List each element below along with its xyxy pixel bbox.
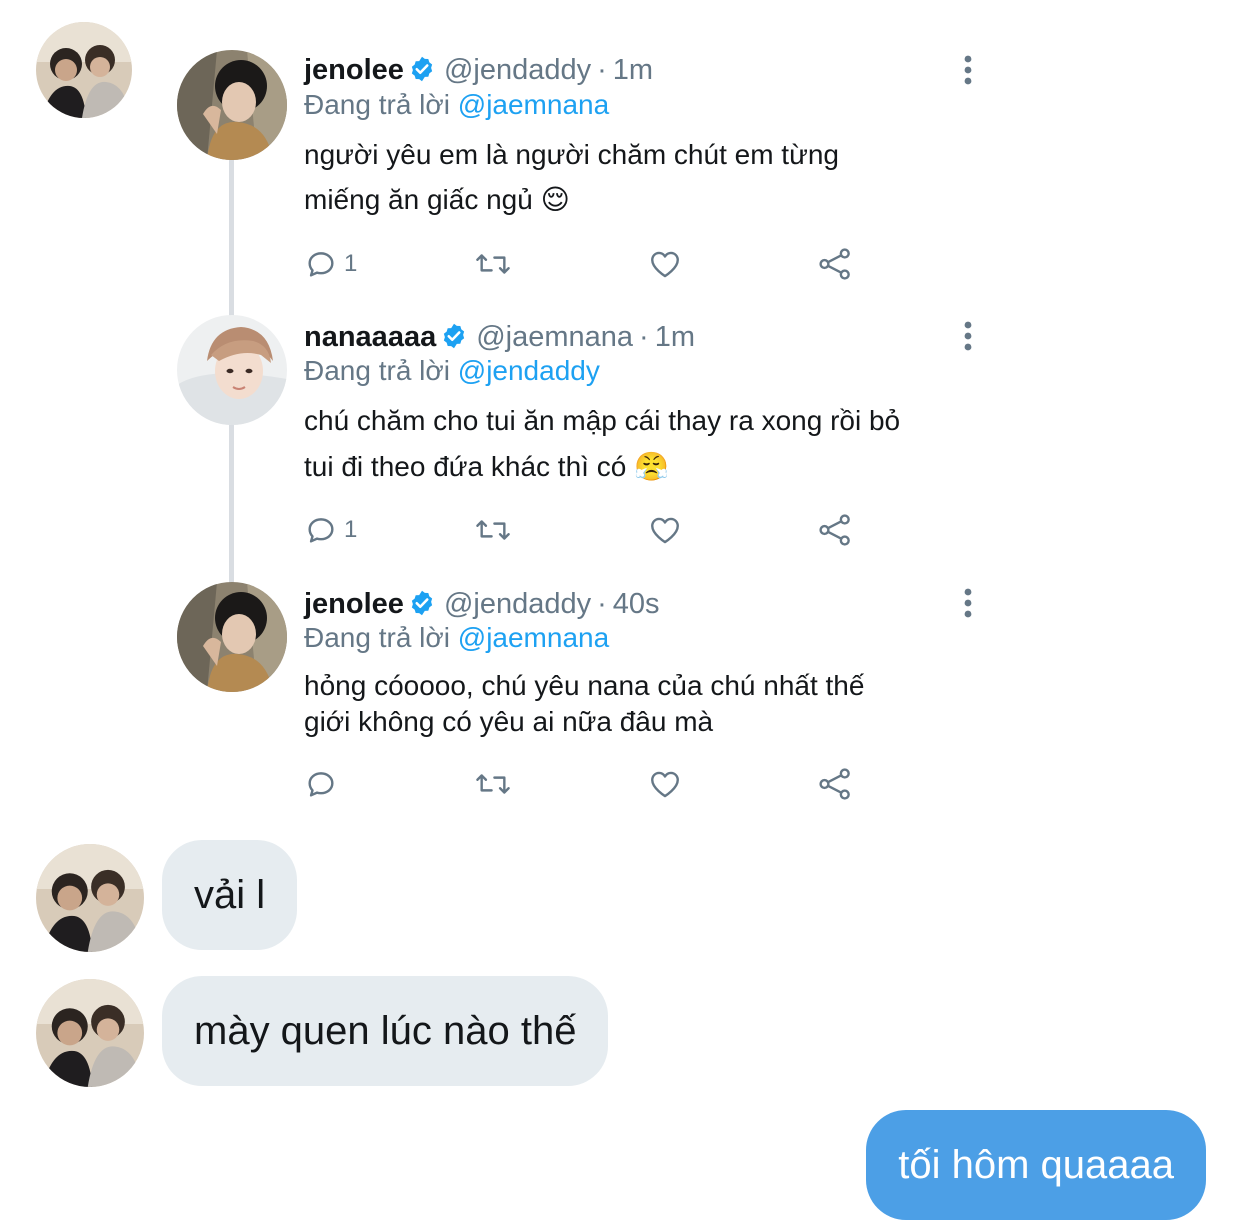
reply-button[interactable] — [304, 764, 344, 804]
more-options-icon[interactable] — [958, 587, 978, 619]
partner-avatar[interactable] — [36, 844, 144, 952]
tweet-text-line: giới không có yêu ai nữa đâu mà — [304, 706, 714, 737]
tweet-author-avatar[interactable] — [177, 50, 287, 160]
more-options-icon[interactable] — [958, 54, 978, 86]
replying-to-label: Đang trả lời — [304, 89, 450, 120]
separator-dot: · — [639, 321, 649, 353]
reply-icon — [308, 772, 334, 797]
retweet-button[interactable] — [474, 510, 512, 550]
heart-icon — [651, 251, 679, 278]
reply-count: 1 — [344, 516, 358, 543]
more-options-icon[interactable] — [958, 320, 978, 352]
partner-avatar[interactable] — [36, 979, 144, 1087]
user-handle: @jaemnana — [476, 321, 634, 353]
tweet-actions — [304, 764, 904, 804]
reply-mention-link[interactable]: @jaemnana — [458, 622, 609, 653]
partner-avatar[interactable] — [36, 22, 132, 118]
verified-badge-icon — [408, 55, 436, 92]
replying-to-label: Đang trả lời — [304, 622, 450, 653]
tweet-text: chú chăm cho tui ăn mập cái thay ra xong… — [304, 398, 984, 490]
timestamp: 1m — [612, 54, 654, 86]
tweet-text-line: miếng ăn giấc ngủ 😌 — [304, 184, 570, 215]
tweet-header: nanaaaaa @jaemnana · 1m — [304, 319, 695, 359]
retweet-button[interactable] — [474, 244, 512, 284]
separator-dot: · — [597, 588, 607, 620]
retweet-icon — [476, 254, 510, 274]
tweet-text: hỏng cóoooo, chú yêu nana của chú nhất t… — [304, 668, 984, 740]
retweet-button[interactable] — [474, 764, 512, 804]
like-button[interactable] — [647, 244, 683, 284]
share-button[interactable] — [817, 764, 853, 804]
outgoing-message-bubble[interactable]: tối hôm quaaaa — [866, 1110, 1206, 1220]
reply-icon — [308, 252, 334, 277]
replying-to: Đang trả lời @jaemnana — [304, 88, 609, 122]
tweet-text-line: hỏng cóoooo, chú yêu nana của chú nhất t… — [304, 670, 865, 701]
share-button[interactable] — [817, 244, 853, 284]
tweet-actions: 1 — [304, 244, 904, 284]
share-icon — [819, 248, 850, 280]
heart-icon — [651, 771, 679, 798]
tweet-text-line: chú chăm cho tui ăn mập cái thay ra xong… — [304, 405, 901, 436]
display-name[interactable]: jenolee — [304, 54, 404, 86]
replying-to: Đang trả lời @jaemnana — [304, 621, 609, 655]
tweet-header: jenolee @jendaddy · 40s — [304, 586, 660, 626]
incoming-message-bubble[interactable]: vải l — [162, 840, 298, 950]
separator-dot: · — [597, 54, 607, 86]
tweet-header: jenolee @jendaddy · 1m — [304, 52, 653, 92]
reply-mention-link[interactable]: @jaemnana — [458, 89, 609, 120]
tweet-text: người yêu em là người chăm chút em từng … — [304, 132, 984, 222]
replying-to-label: Đang trả lời — [304, 355, 450, 386]
display-name[interactable]: nanaaaaa — [304, 321, 436, 353]
tweet-text-line: tui đi theo đứa khác thì có 😤 — [304, 451, 669, 482]
timestamp: 40s — [612, 588, 660, 620]
reply-count: 1 — [344, 250, 358, 277]
share-icon — [819, 514, 850, 546]
retweet-icon — [476, 520, 510, 540]
replying-to: Đang trả lời @jendaddy — [304, 354, 600, 388]
heart-icon — [651, 517, 679, 544]
tweet-text-line: người yêu em là người chăm chút em từng — [304, 139, 839, 170]
reply-mention-link[interactable]: @jendaddy — [458, 355, 600, 386]
reply-button[interactable]: 1 — [304, 510, 357, 550]
like-button[interactable] — [647, 764, 683, 804]
incoming-message-bubble[interactable]: mày quen lúc nào thế — [162, 976, 609, 1086]
tweet-author-avatar[interactable] — [177, 582, 287, 692]
timestamp: 1m — [654, 321, 695, 353]
like-button[interactable] — [647, 510, 683, 550]
share-icon — [819, 768, 850, 800]
tweet-actions: 1 — [304, 510, 904, 550]
reply-button[interactable]: 1 — [304, 244, 357, 284]
share-button[interactable] — [817, 510, 853, 550]
display-name[interactable]: jenolee — [304, 588, 404, 620]
tweet-author-avatar[interactable] — [177, 315, 287, 425]
user-handle: @jendaddy — [443, 588, 592, 620]
reply-icon — [308, 518, 334, 543]
user-handle: @jendaddy — [443, 54, 592, 86]
retweet-icon — [476, 774, 510, 794]
